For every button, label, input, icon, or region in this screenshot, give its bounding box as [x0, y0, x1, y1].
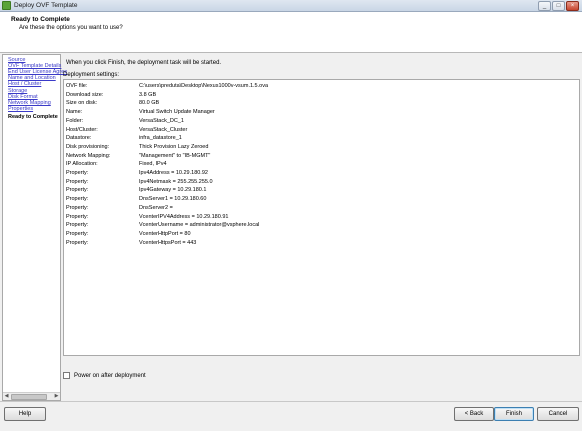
settings-row: IP Allocation: Fixed, IPv4 — [64, 161, 579, 170]
settings-row: Property: VcenterIPV4Address = 10.29.180.… — [64, 214, 579, 223]
settings-row: Name: Virtual Switch Update Manager — [64, 109, 579, 118]
intro-text: When you click Finish, the deployment ta… — [66, 60, 222, 66]
main-panel: When you click Finish, the deployment ta… — [62, 54, 580, 399]
settings-value: Ipv4Gateway = 10.29.180.1 — [139, 187, 207, 194]
wizard-header: Ready to Complete Are these the options … — [0, 12, 582, 53]
settings-value: infra_datastore_1 — [139, 135, 182, 142]
settings-key: Property: — [66, 196, 89, 203]
settings-row: Property: Ipv4Address = 10.29.180.92 — [64, 170, 579, 179]
settings-value: Virtual Switch Update Manager — [139, 109, 215, 116]
settings-row: Folder: VersaStack_DC_1 — [64, 118, 579, 127]
settings-value: Ipv4Netmask = 255.255.255.0 — [139, 178, 213, 185]
settings-row: Network Mapping: "Management" to "IB-MGMT… — [64, 153, 579, 162]
settings-value: DnsServer1 = 10.29.180.60 — [139, 196, 207, 203]
settings-value: VcenterHttpPort = 80 — [139, 230, 191, 237]
settings-key: Property: — [66, 230, 89, 237]
settings-row: Property: Ipv4Gateway = 10.29.180.1 — [64, 187, 579, 196]
settings-key: Name: — [66, 109, 83, 116]
settings-key: Property: — [66, 170, 89, 176]
settings-key: Property: — [66, 239, 89, 246]
settings-key: OVF file: — [66, 83, 88, 89]
window-title: Deploy OVF Template — [14, 2, 78, 9]
sidebar-item-ready-to-complete: Ready to Complete — [8, 114, 58, 120]
power-on-checkbox[interactable] — [63, 372, 70, 379]
settings-value: VcenterIPV4Address = 10.29.180.91 — [139, 213, 229, 220]
settings-key: Property: — [66, 204, 89, 211]
settings-value: DnsServer2 = — [139, 204, 173, 211]
settings-key: Property: — [66, 187, 89, 194]
settings-value: Thick Provision Lazy Zeroed — [139, 143, 209, 150]
settings-value: VcenterHttpsPort = 443 — [139, 239, 197, 246]
settings-row: Property: VcenterHttpsPort = 443 — [64, 240, 579, 249]
settings-row: OVF file: C:\users\preduta\Desktop\Nexus1… — [64, 83, 579, 92]
settings-key: Network Mapping: — [66, 152, 111, 159]
deployment-settings-list: OVF file: C:\users\preduta\Desktop\Nexus1… — [63, 79, 580, 356]
window-titlebar: Deploy OVF Template _ □ × — [0, 0, 582, 12]
settings-value: 80.0 GB — [139, 100, 160, 107]
minimize-icon[interactable]: _ — [538, 1, 551, 11]
settings-value: 3.8 GB — [139, 91, 157, 98]
settings-key: Property: — [66, 222, 89, 229]
scroll-right-icon[interactable]: ▶ — [53, 393, 60, 400]
wizard-footer: Help < Back Finish Cancel — [0, 401, 582, 431]
cancel-button[interactable]: Cancel — [537, 407, 579, 421]
settings-key: Host/Cluster: — [66, 126, 98, 133]
back-button[interactable]: < Back — [454, 407, 494, 421]
settings-row: Datastore: infra_datastore_1 — [64, 135, 579, 144]
sidebar-item-properties[interactable]: Properties — [8, 106, 33, 112]
settings-value: VersaStack_DC_1 — [139, 117, 184, 124]
page-title: Ready to Complete — [11, 16, 70, 23]
vsphere-app-icon — [2, 1, 11, 10]
settings-row: Disk provisioning: Thick Provision Lazy Z… — [64, 144, 579, 153]
settings-value: VcenterUsername = administrator@vsphere.… — [139, 222, 260, 229]
help-button[interactable]: Help — [4, 407, 46, 421]
settings-row: Host/Cluster: VersaStack_Cluster — [64, 127, 579, 136]
settings-row: Property: DnsServer2 = — [64, 205, 579, 214]
settings-key: Datastore: — [66, 135, 92, 142]
settings-row: Property: VcenterHttpPort = 80 — [64, 231, 579, 240]
power-on-label: Power on after deployment — [74, 372, 146, 379]
page-subtitle: Are these the options you want to use? — [19, 25, 123, 31]
settings-key: IP Allocation: — [66, 161, 98, 168]
settings-key: Disk provisioning: — [66, 143, 110, 150]
settings-row: Size on disk: 80.0 GB — [64, 100, 579, 109]
settings-key: Property: — [66, 178, 89, 185]
power-on-option[interactable]: Power on after deployment — [63, 372, 146, 379]
settings-value: Ipv4Address = 10.29.180.92 — [139, 170, 208, 176]
sidebar-item-host-cluster[interactable]: Host / Cluster — [8, 81, 41, 87]
settings-row: Download size: 3.8 GB — [64, 92, 579, 101]
sidebar-horizontal-scrollbar[interactable]: ◀ ▶ — [3, 392, 60, 400]
settings-value: C:\users\preduta\Desktop\Nexus1000v-vsum… — [139, 83, 269, 89]
settings-row: Property: VcenterUsername = administrator… — [64, 222, 579, 231]
settings-key: Property: — [66, 213, 89, 220]
settings-row: Property: Ipv4Netmask = 255.255.255.0 — [64, 179, 579, 188]
settings-key: Size on disk: — [66, 100, 98, 107]
settings-key: Folder: — [66, 117, 84, 124]
scrollbar-thumb[interactable] — [11, 394, 47, 400]
deployment-settings-label: Deployment settings: — [63, 72, 120, 78]
settings-value: Fixed, IPv4 — [139, 161, 167, 168]
wizard-steps-sidebar: Source OVF Template Details End User Lic… — [2, 54, 67, 401]
settings-value: "Management" to "IB-MGMT" — [139, 152, 211, 159]
finish-button[interactable]: Finish — [494, 407, 534, 421]
close-icon[interactable]: × — [566, 1, 579, 11]
scroll-left-icon[interactable]: ◀ — [3, 393, 10, 400]
settings-key: Download size: — [66, 91, 104, 98]
settings-row: Property: DnsServer1 = 10.29.180.60 — [64, 196, 579, 205]
settings-value: VersaStack_Cluster — [139, 126, 188, 133]
maximize-icon[interactable]: □ — [552, 1, 565, 11]
window-controls: _ □ × — [538, 1, 579, 11]
